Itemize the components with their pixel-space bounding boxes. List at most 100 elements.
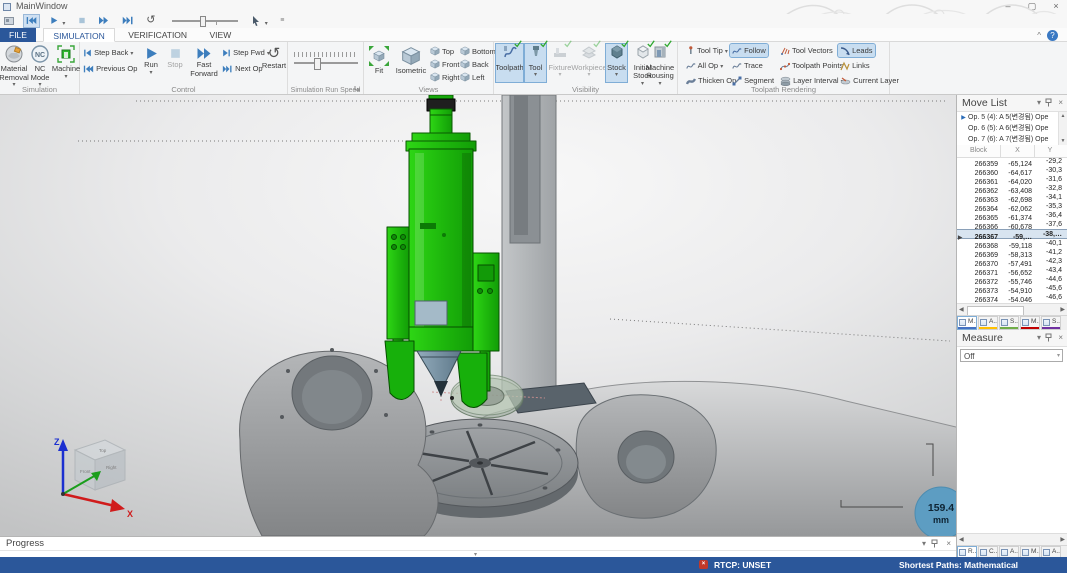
panel-menu-icon[interactable]: ▾ — [1037, 98, 1041, 108]
scroll-right-icon[interactable]: ▶ — [1060, 305, 1065, 315]
visibility-machine-housing-button[interactable]: Machine Housing▾ — [644, 44, 676, 82]
view-bottom-button[interactable]: Bottom — [460, 45, 496, 59]
visibility-fixture-button[interactable]: Fixture▾ — [548, 44, 572, 82]
toolpath-points-button[interactable]: Toolpath Points — [778, 59, 845, 72]
column-header-block[interactable]: Block — [957, 145, 1001, 157]
visibility-stock-button[interactable]: Stock▾ — [606, 44, 627, 82]
move-list-row[interactable]: 266371-56,652-43,4 — [957, 266, 1067, 275]
collapse-ribbon-icon[interactable]: ^ — [1037, 31, 1041, 40]
move-list-row[interactable]: 266369-58,313-41,2 — [957, 248, 1067, 257]
tab-view[interactable]: VIEW — [201, 28, 241, 42]
pin-icon[interactable] — [931, 539, 938, 551]
view-left-button[interactable]: Left — [460, 71, 485, 85]
scroll-right-icon[interactable]: ▶ — [1060, 535, 1065, 545]
tab-simulation[interactable]: SIMULATION — [43, 28, 114, 42]
measure-mode-select[interactable]: Off ▾ — [960, 349, 1063, 362]
move-list-row[interactable]: 266368-59,118-40,1 — [957, 239, 1067, 248]
qat-speed-slider[interactable] — [172, 20, 238, 22]
qat-run-button[interactable]: ▾ — [48, 15, 67, 27]
move-list-row[interactable]: 266364-62,062-35,3 — [957, 202, 1067, 211]
op-item[interactable]: Op. 6 (5): A 6(변경됨) Ope — [959, 123, 1058, 134]
move-list-row[interactable]: 266365-61,374-36,4 — [957, 211, 1067, 220]
dock-hscrollbar[interactable]: ◀ ▶ — [957, 533, 1067, 545]
tab-file[interactable]: FILE — [0, 28, 36, 42]
visibility-workpiece-button[interactable]: Workpiece▾ — [574, 44, 604, 82]
nc-mode-button[interactable]: NC NC Mode▾ — [27, 44, 53, 89]
move-list-row[interactable]: ▶266367-59,…-38,… — [957, 229, 1067, 239]
view-back-button[interactable]: Back — [460, 58, 489, 72]
previous-op-button[interactable]: Previous Op — [83, 62, 137, 76]
visibility-tool-button[interactable]: Tool▾ — [525, 44, 546, 82]
run-button[interactable]: Run▾ — [140, 47, 162, 77]
trace-button[interactable]: Trace — [730, 59, 765, 72]
move-list-row[interactable]: 266374-54,046-46,6 — [957, 293, 1067, 302]
panel-tab[interactable]: M.. — [957, 316, 977, 330]
move-list-row[interactable]: 266370-57,491-42,3 — [957, 257, 1067, 266]
move-list-row[interactable]: 266359-65,124-29,2 — [957, 157, 1067, 166]
tool-vectors-button[interactable]: Tool Vectors — [778, 44, 835, 57]
leads-button[interactable]: Leads — [838, 44, 875, 57]
column-header-y[interactable]: Y — [1035, 145, 1065, 157]
panel-tab[interactable]: S.. — [999, 316, 1019, 330]
links-button[interactable]: Links — [838, 59, 872, 72]
qat-app-icon[interactable] — [2, 15, 16, 27]
panel-tab[interactable]: M.. — [1020, 316, 1040, 330]
move-list-row[interactable]: 266363-62,698-34,1 — [957, 193, 1067, 202]
qat-restart-button[interactable]: ↺ — [144, 15, 157, 27]
machine-button[interactable]: Machine▾ — [53, 44, 79, 81]
fast-forward-button[interactable]: Fast Forward — [188, 47, 220, 78]
tab-verification[interactable]: VERIFICATION — [119, 28, 196, 42]
move-list-row[interactable]: 266366-60,678-37,6 — [957, 220, 1067, 229]
close-icon[interactable]: × — [946, 539, 951, 549]
panel-menu-icon[interactable]: ▾ — [1037, 333, 1041, 343]
close-button[interactable]: × — [1045, 0, 1067, 13]
move-list-row[interactable]: 266372-55,746-44,6 — [957, 275, 1067, 284]
view-top-button[interactable]: Top — [430, 45, 454, 59]
scroll-down-icon[interactable]: ▼ — [1059, 138, 1067, 144]
slider-thumb[interactable] — [314, 58, 321, 70]
dialog-launcher-icon[interactable] — [354, 85, 360, 93]
op-item[interactable]: ▶Op. 5 (4): A 5(변경됨) Ope — [959, 112, 1058, 123]
help-icon[interactable]: ? — [1047, 30, 1058, 41]
close-icon[interactable]: × — [1058, 98, 1063, 108]
column-header-x[interactable]: X — [1001, 145, 1035, 157]
qat-next-op-button[interactable] — [120, 15, 136, 27]
scroll-left-icon[interactable]: ◀ — [959, 535, 964, 545]
move-list-row[interactable]: 266373-54,910-45,6 — [957, 284, 1067, 293]
tool-tip-button[interactable]: Tool Tip ▾ — [684, 44, 730, 57]
op-item[interactable]: Op. 7 (6): A 7(변경됨) Ope — [959, 134, 1058, 145]
qat-pointer-button[interactable]: ▾ — [250, 15, 269, 27]
scroll-up-icon[interactable]: ▲ — [1059, 113, 1067, 119]
all-op-button[interactable]: All Op ▾ — [684, 59, 725, 72]
panel-tab[interactable]: A.. — [978, 316, 998, 330]
move-list-hscrollbar[interactable]: ◀ ▶ — [957, 303, 1067, 315]
step-back-button[interactable]: Step Back ▾ — [83, 46, 133, 60]
panel-tab[interactable]: S.. — [1041, 316, 1061, 330]
speed-slider[interactable] — [294, 62, 358, 64]
view-front-button[interactable]: Front — [430, 58, 460, 72]
pin-icon[interactable] — [1045, 333, 1052, 345]
stop-button[interactable]: Stop — [164, 47, 186, 70]
pin-icon[interactable] — [1045, 98, 1052, 110]
move-list-row[interactable]: 266361-64,020-31,6 — [957, 175, 1067, 184]
qat-previous-op-button[interactable] — [24, 15, 39, 27]
restart-button[interactable]: ↺Restart — [262, 46, 286, 71]
viewport-3d-scene[interactable]: Top Front Right Z X 159.4 mm — [0, 95, 956, 536]
scroll-left-icon[interactable]: ◀ — [959, 305, 964, 315]
view-right-button[interactable]: Right — [430, 71, 460, 85]
next-op-button[interactable]: Next Op — [222, 62, 263, 76]
close-icon[interactable]: × — [1058, 333, 1063, 343]
qat-fast-forward-button[interactable] — [96, 15, 111, 27]
maximize-button[interactable]: ▢ — [1021, 0, 1043, 13]
isometric-view-button[interactable]: Isometric — [394, 46, 428, 76]
visibility-toolpath-button[interactable]: Toolpath — [496, 44, 523, 82]
slider-thumb[interactable] — [200, 16, 206, 27]
move-list-row[interactable]: 266362-63,408-32,8 — [957, 184, 1067, 193]
qat-stop-button[interactable] — [76, 15, 88, 27]
move-list-row[interactable]: 266360-64,617-30,3 — [957, 166, 1067, 175]
op-list-scrollbar[interactable]: ▲ ▼ — [1058, 112, 1067, 145]
panel-menu-icon[interactable]: ▾ — [922, 539, 926, 549]
material-removal-button[interactable]: Material Removal▾ — [1, 44, 27, 89]
minimize-button[interactable]: – — [997, 0, 1019, 13]
follow-button[interactable]: Follow — [730, 44, 768, 57]
